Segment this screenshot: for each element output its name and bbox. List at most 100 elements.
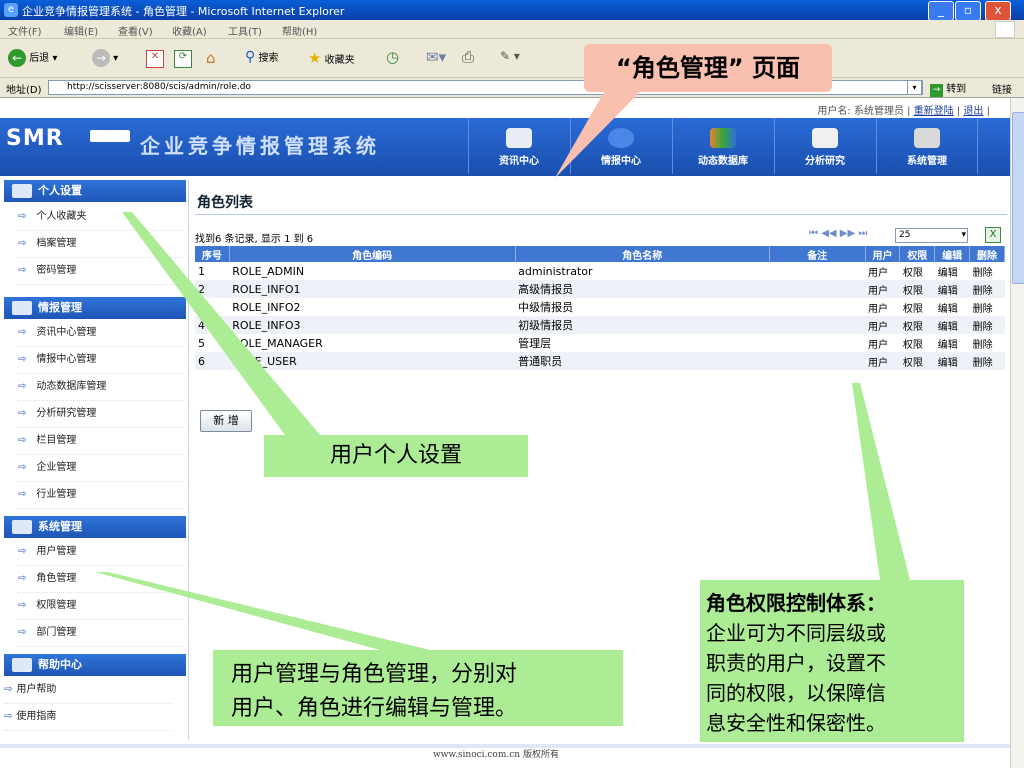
menu-bar: 文件(F) 编辑(E) 查看(V) 收藏(A) 工具(T) 帮助(H) [0,20,1024,39]
sidebar-section-help[interactable]: 帮助中心 [4,654,186,676]
nav-system-admin[interactable]: 系统管理 [876,118,978,174]
vertical-scrollbar[interactable] [1010,98,1024,768]
sidebar-item-industry-admin[interactable]: ⇨ 行业管理 [18,482,186,509]
next-page-icon[interactable]: ▶▶ [840,228,855,239]
row-permissions-link[interactable]: 权限 [899,280,935,298]
nav-analysis[interactable]: 分析研究 [774,118,875,174]
nav-news-center[interactable]: 资讯中心 [468,118,569,174]
section-icon [12,520,32,534]
address-dropdown-icon[interactable]: ▾ [907,80,922,95]
callout-line: 同的权限，以保障信 [706,681,886,705]
cell-name: 中级情报员 [515,298,770,316]
row-delete-link[interactable]: 删除 [969,298,1005,316]
prev-page-icon[interactable]: ◀◀ [821,228,836,239]
print-icon[interactable]: ⎙ [462,48,474,66]
separator: | [956,106,961,117]
row-edit-link[interactable]: 编辑 [934,352,970,370]
row-edit-link[interactable]: 编辑 [934,316,970,334]
cell-note [769,316,866,334]
maximize-button[interactable]: ▫ [955,1,981,21]
sidebar-item-archive[interactable]: ⇨ 档案管理 [18,231,186,258]
links-label[interactable]: 链接 [992,81,1012,96]
search-button[interactable]: ⚲ 搜索 [245,49,278,65]
stop-icon[interactable]: ✕ [146,50,164,68]
cell-no: 6 [195,352,230,370]
row-users-link[interactable]: 用户 [865,280,900,298]
row-delete-link[interactable]: 删除 [969,316,1005,334]
row-permissions-link[interactable]: 权限 [899,298,935,316]
user-info: 用户名: 系统管理员 | 重新登陆 | 退出 | [817,102,990,117]
sidebar-section-intel[interactable]: 情报管理 [4,297,186,319]
refresh-icon[interactable]: ⟳ [174,50,192,68]
menu-view[interactable]: 查看(V) [118,23,153,38]
row-permissions-link[interactable]: 权限 [899,334,935,352]
menu-tools[interactable]: 工具(T) [228,23,262,38]
sidebar-item-favorites[interactable]: ⇨ 个人收藏夹 [18,204,186,231]
sidebar-item-guide[interactable]: ⇨ 使用指南 [4,704,172,731]
nav-intel-center[interactable]: 情报中心 [570,118,671,174]
sidebar-item-password[interactable]: ⇨ 密码管理 [18,258,186,285]
first-page-icon[interactable]: ⏮ [809,228,818,239]
minimize-button[interactable]: _ [928,1,954,21]
home-icon[interactable]: ⌂ [206,49,216,67]
logout-link[interactable]: 退出 [963,106,983,117]
row-permissions-link[interactable]: 权限 [899,352,935,370]
sidebar-section-system[interactable]: 系统管理 [4,516,186,538]
nav-dynamic-db[interactable]: 动态数据库 [672,118,773,174]
page-size-select[interactable]: 25 ▾ [895,228,968,243]
edit-icon[interactable]: ✎ ▾ [500,49,520,63]
cell-code: ROLE_USER [229,352,516,370]
row-users-link[interactable]: 用户 [865,262,900,280]
row-users-link[interactable]: 用户 [865,334,900,352]
export-excel-icon[interactable]: X [985,227,1001,243]
menu-edit[interactable]: 编辑(E) [64,23,98,38]
forward-button[interactable]: → ▾ [92,49,118,67]
sidebar-item-intel-admin[interactable]: ⇨ 情报中心管理 [18,347,186,374]
row-users-link[interactable]: 用户 [865,298,900,316]
go-button[interactable]: → 转到 [930,80,966,97]
sidebar-item-column-admin[interactable]: ⇨ 栏目管理 [18,428,186,455]
main-content: 角色列表 找到6 条记录, 显示 1 到 6 ⏮ ◀◀ ▶▶ ⏭ 25 ▾ X 序… [195,188,1010,588]
sidebar-item-departments[interactable]: ⇨ 部门管理 [18,620,186,647]
sidebar-item-analysis-admin[interactable]: ⇨ 分析研究管理 [18,401,186,428]
sidebar-item-roles[interactable]: ⇨ 角色管理 [18,566,186,593]
table-row: 3 ROLE_INFO2 中级情报员 用户 权限 编辑 删除 [195,298,1005,316]
callout-line: 职责的用户，设置不 [706,651,886,675]
add-role-button[interactable]: 新 增 [200,410,252,432]
cell-name: 管理层 [515,334,770,352]
row-users-link[interactable]: 用户 [865,316,900,334]
row-users-link[interactable]: 用户 [865,352,900,370]
sidebar-item-company-admin[interactable]: ⇨ 企业管理 [18,455,186,482]
close-button[interactable]: x [985,1,1011,21]
favorites-button[interactable]: ★ 收藏夹 [308,49,355,67]
sidebar-item-db-admin[interactable]: ⇨ 动态数据库管理 [18,374,186,401]
row-delete-link[interactable]: 删除 [969,280,1005,298]
sidebar-item-permissions[interactable]: ⇨ 权限管理 [18,593,186,620]
section-icon [12,658,32,672]
menu-file[interactable]: 文件(F) [8,23,42,38]
row-edit-link[interactable]: 编辑 [934,280,970,298]
last-page-icon[interactable]: ⏭ [858,228,867,239]
row-delete-link[interactable]: 删除 [969,352,1005,370]
logo-bar [90,130,130,142]
row-delete-link[interactable]: 删除 [969,334,1005,352]
menu-help[interactable]: 帮助(H) [282,23,317,38]
row-permissions-link[interactable]: 权限 [899,262,935,280]
back-button[interactable]: ← 后退 ▾ [8,49,57,67]
row-edit-link[interactable]: 编辑 [934,298,970,316]
sidebar-section-personal[interactable]: 个人设置 [4,180,186,202]
row-edit-link[interactable]: 编辑 [934,334,970,352]
relogin-link[interactable]: 重新登陆 [914,106,954,117]
mail-icon[interactable]: ✉▾ [426,48,446,66]
menu-favorites[interactable]: 收藏(A) [172,23,207,38]
logo: SMR [6,126,64,151]
row-edit-link[interactable]: 编辑 [934,262,970,280]
sidebar-item-user-help[interactable]: ⇨ 用户帮助 [4,677,172,704]
row-permissions-link[interactable]: 权限 [899,316,935,334]
scrollbar-thumb[interactable] [1012,112,1024,284]
row-delete-link[interactable]: 删除 [969,262,1005,280]
history-icon[interactable]: ◷ [386,48,399,66]
callout-line: 息安全性和保密性。 [706,711,886,735]
sidebar-item-users[interactable]: ⇨ 用户管理 [18,539,186,566]
sidebar-item-news-admin[interactable]: ⇨ 资讯中心管理 [18,320,186,347]
